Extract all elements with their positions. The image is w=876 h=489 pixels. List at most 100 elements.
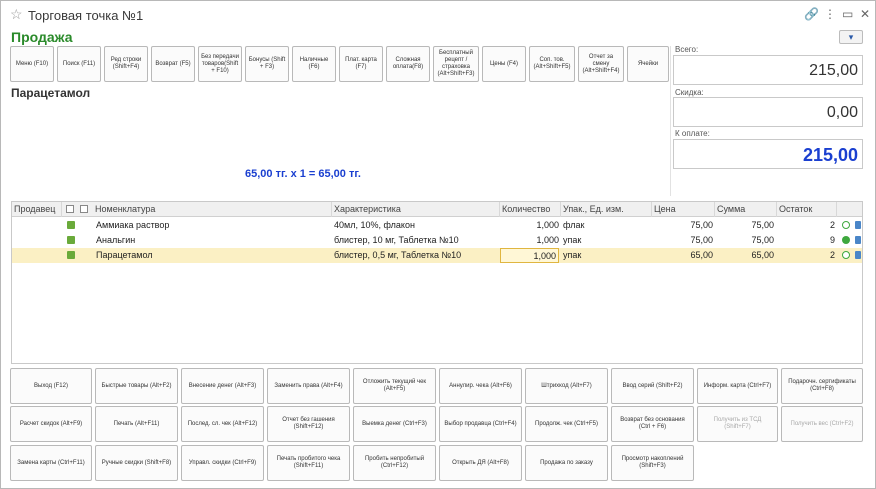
mode-title: Продажа (11, 29, 73, 45)
open-cash-drawer-button[interactable]: Открыть ДЯ (Alt+F8) (439, 445, 522, 481)
database-icon (855, 221, 861, 229)
to-pay-label: К оплате: (675, 129, 710, 138)
table-row[interactable]: Аммиака раствор 40мл, 10%, флакон 1,000 … (12, 218, 862, 233)
picture-icon (80, 205, 88, 213)
prices-button[interactable]: Цены (F4) (482, 46, 526, 82)
cell-stock: 2 (829, 250, 835, 260)
database-icon (855, 251, 861, 259)
table-row[interactable]: Парацетамол блистер, 0,5 мг, Таблетка №1… (12, 248, 862, 263)
gift-certificates-button[interactable]: Подарочн. сертификаты (Ctrl+F8) (781, 368, 863, 404)
cell-sum: 75,00 (751, 220, 774, 230)
return-button[interactable]: Возврат (F5) (151, 46, 195, 82)
favorite-star-icon[interactable]: ☆ (10, 6, 23, 23)
order-sale-button[interactable]: Продажа по заказу (525, 445, 608, 481)
column-quantity[interactable]: Количество (500, 202, 561, 217)
database-icon (855, 236, 861, 244)
calc-discounts-button[interactable]: Расчет скидок (Alt+F9) (10, 406, 92, 442)
maximize-icon[interactable]: ▭ (842, 7, 853, 21)
table-row[interactable]: Анальгин блистер, 10 мг, Таблетка №10 1,… (12, 233, 862, 248)
marking-icon (67, 236, 75, 244)
column-nomenclature[interactable]: Номенклатура (93, 202, 332, 217)
close-icon[interactable]: ✕ (860, 7, 870, 21)
select-seller-button[interactable]: Выбор продавца (Ctrl+F4) (439, 406, 522, 442)
cancel-check-button[interactable]: Аннулир. чека (Alt+F6) (439, 368, 522, 404)
discount-label: Скидка: (675, 88, 704, 97)
column-characteristic[interactable]: Характеристика (332, 202, 500, 217)
quick-goods-button[interactable]: Быстрые товары (Alt+F2) (95, 368, 178, 404)
cell-characteristic: блистер, 10 мг, Таблетка №10 (334, 235, 459, 245)
manual-discounts-button[interactable]: Ручные скидки (Shift+F8) (95, 445, 178, 481)
total-label: Всего: (675, 45, 699, 54)
link-icon[interactable]: 🔗 (804, 7, 819, 21)
barcode-button[interactable]: Штрихкод (Alt+F7) (525, 368, 608, 404)
cell-unit: упак (563, 235, 582, 245)
column-price[interactable]: Цена (652, 202, 715, 217)
cash-button[interactable]: Наличные (F6) (292, 46, 336, 82)
exit-button[interactable]: Выход (F12) (10, 368, 92, 404)
get-from-tsd-button[interactable]: Получить из ТСД (Shift+F7) (697, 406, 778, 442)
cell-price: 65,00 (690, 250, 713, 260)
title-bar: ☆ Торговая точка №1 🔗 ⋮ ▭ ✕ (1, 1, 875, 29)
get-weight-button[interactable]: Получить вес (Ctrl+F2) (781, 406, 863, 442)
punch-unpunched-button[interactable]: Пробить непробитый (Ctrl+F12) (353, 445, 436, 481)
cell-quantity[interactable]: 1,000 (502, 233, 559, 248)
bonus-button[interactable]: Бонусы (Shift + F3) (245, 46, 289, 82)
x-report-button[interactable]: Отчет без гашения (Shift+F12) (267, 406, 350, 442)
pos-window: ☆ Торговая точка №1 🔗 ⋮ ▭ ✕ Продажа ▾ Ме… (0, 0, 876, 489)
card-payment-button[interactable]: Плат. карта (F7) (339, 46, 383, 82)
cell-unit: флак (563, 220, 585, 230)
related-goods-button[interactable]: Соп. тов. (Alt+Shift+F5) (529, 46, 575, 82)
status-circle-icon (842, 221, 850, 229)
postpone-check-button[interactable]: Отложить текущий чек (Alt+F5) (353, 368, 436, 404)
menu-button[interactable]: Меню (F10) (10, 46, 54, 82)
cell-stock: 2 (829, 220, 835, 230)
complex-payment-button[interactable]: Сложная оплата(F8) (386, 46, 430, 82)
info-card-button[interactable]: Информ. карта (Ctrl+F7) (697, 368, 778, 404)
table-header: Продавец Номенклатура Характеристика Кол… (12, 202, 862, 217)
marking-icon (66, 205, 74, 213)
print-button[interactable]: Печать (Alt+F11) (95, 406, 178, 442)
window-title: Торговая точка №1 (28, 8, 144, 23)
panel-divider (670, 46, 671, 196)
cells-button[interactable]: Ячейки (627, 46, 669, 82)
shift-report-button[interactable]: Отчет за смену (Alt+Shift+F4) (578, 46, 624, 82)
cell-stock: 9 (829, 235, 835, 245)
print-punched-check-button[interactable]: Печать пробитого чека (Shift+F11) (267, 445, 350, 481)
last-check-button[interactable]: Послед. сл. чек (Alt+F12) (181, 406, 264, 442)
serial-input-button[interactable]: Ввод серий (Shift+F2) (611, 368, 694, 404)
edit-row-button[interactable]: Ред строки (Shift+F4) (104, 46, 148, 82)
total-value: 215,00 (673, 55, 863, 85)
cell-nomenclature: Анальгин (96, 235, 136, 245)
column-seller[interactable]: Продавец (12, 202, 62, 217)
no-transfer-button[interactable]: Без передачи товаров(Shift + F10) (198, 46, 242, 82)
cell-quantity-edit[interactable]: 1,000 (500, 248, 559, 263)
status-circle-icon (842, 236, 850, 244)
cell-characteristic: блистер, 0,5 мг, Таблетка №10 (334, 250, 462, 260)
change-rights-button[interactable]: Заменить права (Alt+F4) (267, 368, 350, 404)
column-sum[interactable]: Сумма (715, 202, 777, 217)
cell-price: 75,00 (690, 235, 713, 245)
cell-sum: 75,00 (751, 235, 774, 245)
cash-in-button[interactable]: Внесение денег (Alt+F3) (181, 368, 264, 404)
status-circle-icon (842, 251, 850, 259)
cash-out-button[interactable]: Выемка денег (Ctrl+F3) (353, 406, 436, 442)
cell-quantity[interactable]: 1,000 (502, 218, 559, 233)
replace-card-button[interactable]: Замена карты (Ctrl+F11) (10, 445, 92, 481)
column-stock[interactable]: Остаток (777, 202, 837, 217)
manage-discounts-button[interactable]: Управл. скидки (Ctrl+F9) (181, 445, 264, 481)
price-calculation: 65,00 тг. х 1 = 65,00 тг. (245, 168, 361, 180)
free-recipe-button[interactable]: Бесплатный рецепт / страховка (Alt+Shift… (433, 46, 479, 82)
help-dropdown-button[interactable]: ▾ (839, 30, 863, 44)
column-unit[interactable]: Упак., Ед. изм. (561, 202, 652, 217)
view-savings-button[interactable]: Просмотр накоплений (Shift+F3) (611, 445, 694, 481)
cell-unit: упак (563, 250, 582, 260)
search-button[interactable]: Поиск (F11) (57, 46, 101, 82)
cell-nomenclature: Парацетамол (96, 250, 153, 260)
cell-characteristic: 40мл, 10%, флакон (334, 220, 415, 230)
to-pay-value: 215,00 (673, 139, 863, 169)
continue-check-button[interactable]: Продолж. чек (Ctrl+F5) (525, 406, 608, 442)
return-no-basis-button[interactable]: Возврат без основания (Ctrl + F6) (611, 406, 694, 442)
more-menu-icon[interactable]: ⋮ (824, 7, 836, 21)
marking-icon (67, 251, 75, 259)
discount-value: 0,00 (673, 97, 863, 127)
